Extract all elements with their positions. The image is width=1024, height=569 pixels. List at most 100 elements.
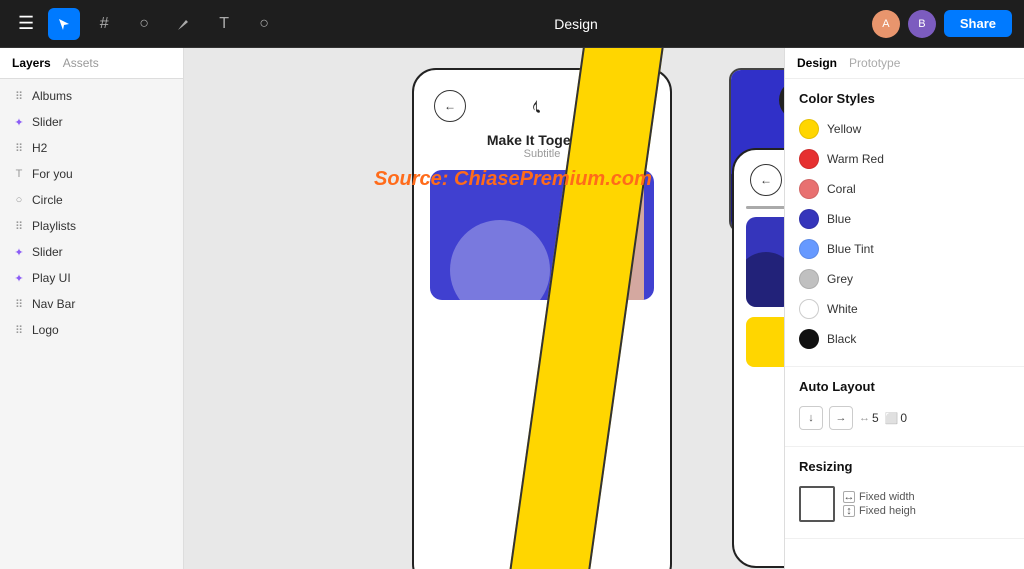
auto-layout-section: Auto Layout ↓ → ↔ 5 ⬜ 0 [785,367,1024,447]
fixed-height-option[interactable]: ↕ Fixed heigh [843,505,916,517]
main-layout: Layers Assets ⠿ Albums ✦ Slider ⠿ H2 T F… [0,48,1024,569]
padding-icon: ⬜ [885,412,899,425]
layer-item-albums[interactable]: ⠿ Albums [0,83,183,109]
fixed-width-label: Fixed width [859,491,915,503]
tab-prototype[interactable]: Prototype [849,56,900,70]
white-swatch [799,299,819,319]
padding-field: ⬜ 0 [885,411,907,425]
layer-item-slider2[interactable]: ✦ Slider [0,239,183,265]
component-icon: ✦ [12,272,26,285]
padding-value[interactable]: 0 [900,411,907,425]
color-row-blue[interactable]: Blue [799,204,1010,234]
fixed-width-checkbox[interactable]: ↔ [843,491,855,503]
back-button-right[interactable]: ← [750,164,782,196]
color-row-bluetint[interactable]: Blue Tint [799,234,1010,264]
direction-right-icon[interactable]: → [829,406,853,430]
resizing-title: Resizing [799,459,1010,474]
grid-icon: ⠿ [12,220,26,233]
avatar-user2[interactable]: B [908,10,936,38]
menu-icon[interactable]: ☰ [12,9,40,38]
layer-label: Albums [32,89,72,103]
resizing-section: Resizing ↔ Fixed width ↕ Fixed heigh [785,447,1024,539]
layer-item-navbar[interactable]: ⠿ Nav Bar [0,291,183,317]
card-bottom-yellow [746,317,784,367]
color-row-white[interactable]: White [799,294,1010,324]
right-panel-tabs: Design Prototype [785,48,1024,79]
color-row-warmred[interactable]: Warm Red [799,144,1010,174]
layer-label: Playlists [32,219,76,233]
layer-label: Logo [32,323,59,337]
layer-item-logo[interactable]: ⠿ Logo [0,317,183,343]
gap-field: ↔ 5 [859,411,879,425]
layer-item-playui[interactable]: ✦ Play UI [0,265,183,291]
canvas-content: Source: ChiasePremium.com ⬡ ⏮ NEW! ✦ Hea… [184,48,784,569]
black-swatch [799,329,819,349]
tab-design[interactable]: Design [797,56,837,70]
pen-tool[interactable] [168,8,200,40]
resizing-controls: ↔ Fixed width ↕ Fixed heigh [799,482,1010,526]
speech-tool[interactable]: ○ [248,8,280,40]
canvas: Source: ChiasePremium.com ⬡ ⏮ NEW! ✦ Hea… [184,48,784,569]
color-name-bluetint: Blue Tint [827,242,874,256]
layer-label: H2 [32,141,47,155]
back-button[interactable]: ← [434,90,466,122]
grid-icon: ⠿ [12,298,26,311]
direction-down-icon[interactable]: ↓ [799,406,823,430]
left-panel-tabs: Layers Assets [0,48,183,79]
purple-blob-shape [450,220,550,300]
fixed-width-option[interactable]: ↔ Fixed width [843,491,916,503]
layer-label: Play UI [32,271,71,285]
grid-icon: ⠿ [12,142,26,155]
color-row-black[interactable]: Black [799,324,1010,354]
progress-track [746,206,784,209]
component-icon: ✦ [12,246,26,259]
fixed-height-label: Fixed heigh [859,505,916,517]
progress-fill [746,206,784,209]
circle-tool[interactable]: ○ [128,8,160,40]
color-name-yellow: Yellow [827,122,861,136]
grid-icon: ⠿ [12,324,26,337]
card-right: ← ♪ ▶ [732,148,784,568]
tab-assets[interactable]: Assets [63,56,99,70]
circle-icon: ○ [12,194,26,206]
color-row-grey[interactable]: Grey [799,264,1010,294]
progress-bar [734,202,784,217]
tab-layers[interactable]: Layers [12,56,51,70]
color-name-blue: Blue [827,212,851,226]
share-button[interactable]: Share [944,10,1012,37]
arrow-tool[interactable] [48,8,80,40]
component-icon: ✦ [12,116,26,129]
grid-icon: ⠿ [12,90,26,103]
coral-swatch [799,179,819,199]
auto-layout-title: Auto Layout [799,379,1010,394]
color-name-coral: Coral [827,182,856,196]
grey-swatch [799,269,819,289]
layer-item-playlists[interactable]: ⠿ Playlists [0,213,183,239]
layer-item-foryou[interactable]: T For you [0,161,183,187]
layer-item-h2[interactable]: ⠿ H2 [0,135,183,161]
layer-label: Slider [32,115,63,129]
gap-value[interactable]: 5 [872,411,879,425]
color-row-yellow[interactable]: Yellow [799,114,1010,144]
blob-shape [746,252,784,307]
auto-layout-controls: ↓ → ↔ 5 ⬜ 0 [799,402,1010,434]
layer-label: For you [32,167,73,181]
topbar-right: A B Share [872,10,1012,38]
hash-tool[interactable]: # [88,8,120,40]
topbar: ☰ # ○ T ○ Design A B Share [0,0,1024,48]
color-row-coral[interactable]: Coral [799,174,1010,204]
card-img-purple: ▶ [746,217,784,307]
blue-swatch [799,209,819,229]
layer-item-slider1[interactable]: ✦ Slider [0,109,183,135]
layer-list: ⠿ Albums ✦ Slider ⠿ H2 T For you ○ Circl… [0,79,183,569]
layer-label: Circle [32,193,63,207]
bluetint-swatch [799,239,819,259]
card-right-bottom [734,311,784,373]
card-right-header: ← ♪ [734,150,784,202]
layer-item-circle[interactable]: ○ Circle [0,187,183,213]
fixed-height-checkbox[interactable]: ↕ [843,505,855,517]
avatar-user1[interactable]: A [872,10,900,38]
watermark: Source: ChiasePremium.com [374,168,652,191]
text-tool[interactable]: T [208,8,240,40]
resize-options: ↔ Fixed width ↕ Fixed heigh [843,491,916,517]
